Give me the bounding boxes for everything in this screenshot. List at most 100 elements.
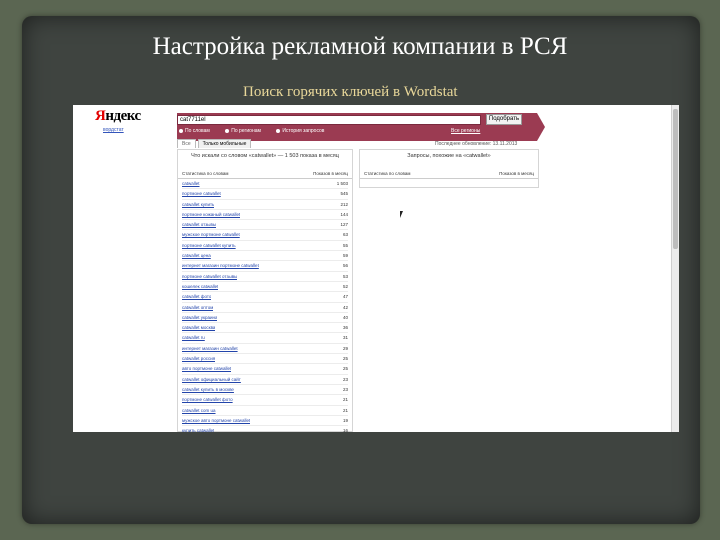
keyword-link[interactable]: catwallet com ua xyxy=(182,406,216,415)
panel-heading: Запросы, похожие на «catwallet» xyxy=(407,153,491,159)
keyword-link[interactable]: catwallet купить в москве xyxy=(182,385,234,394)
table-row: интернет магазин портмоне catwallet 56 xyxy=(182,261,348,272)
table-row: портмоне catwallet фото 21 xyxy=(182,395,348,406)
wordstat-link[interactable]: вордстат xyxy=(103,127,124,133)
keyword-count: 25 xyxy=(342,356,348,362)
table-row: авто портмоне catwallet 25 xyxy=(182,364,348,375)
radio-icon xyxy=(276,128,281,133)
keyword-link[interactable]: портмоне catwallet xyxy=(182,189,221,198)
keyword-link[interactable]: портмоне catwallet отзывы xyxy=(182,272,237,281)
keyword-link[interactable]: портмоне catwallet купить xyxy=(182,241,236,250)
tab-all[interactable]: Все xyxy=(177,139,196,148)
table-row: catwallet 1 503 xyxy=(182,179,348,190)
search-bar-arrow xyxy=(537,113,545,141)
keyword-link[interactable]: портмоне catwallet фото xyxy=(182,395,233,404)
keyword-count: 144 xyxy=(340,211,348,217)
table-row: мужское портмоне catwallet 63 xyxy=(182,230,348,241)
table-row: портмоне catwallet купить 55 xyxy=(182,241,348,252)
searched-with-word-panel: Что искали со словом «catwallet» — 1 503… xyxy=(177,149,353,432)
table-row: портмоне кожаный catwallet 144 xyxy=(182,210,348,221)
table-row: портмоне catwallet отзывы 53 xyxy=(182,272,348,282)
keyword-count: 40 xyxy=(342,314,348,320)
radio-by-regions[interactable]: По регионам xyxy=(225,128,261,134)
panel-heading: Что искали со словом «catwallet» — 1 503… xyxy=(191,153,339,159)
table-row: catwallet отзывы 127 xyxy=(182,220,348,231)
col-phrase-header: Статистика по словам xyxy=(364,171,411,176)
keyword-count: 29 xyxy=(342,345,348,351)
slide-subtitle: Поиск горячих ключей в Wordstat xyxy=(243,84,458,100)
table-row: catwallet цена 59 xyxy=(182,251,348,262)
keyword-link[interactable]: catwallet xyxy=(182,179,200,188)
keyword-count: 52 xyxy=(342,283,348,289)
wordstat-screenshot: Яндекс вордстат cat7711el Подобрать По с… xyxy=(73,105,679,432)
table-row: catwallet официальный сайт 23 xyxy=(182,375,348,385)
radio-icon xyxy=(179,128,183,133)
slide-title: Настройка рекламной компании в РСЯ xyxy=(152,33,568,60)
keyword-link[interactable]: catwallet москва xyxy=(182,323,215,332)
keyword-count: 23 xyxy=(342,376,348,382)
table-row: catwallet оптом 42 xyxy=(182,303,348,313)
table-row: catwallet фото 47 xyxy=(182,292,348,303)
keyword-list: catwallet 1 503 портмоне catwallet 545 catwa… xyxy=(178,179,352,432)
keyword-link[interactable]: авто портмоне catwallet xyxy=(182,364,231,373)
keyword-link[interactable]: catwallet ru xyxy=(182,333,205,342)
keyword-count: 127 xyxy=(340,222,348,228)
keyword-count: 16 xyxy=(342,428,348,432)
table-row: catwallet украина 40 xyxy=(182,313,348,324)
keyword-count: 36 xyxy=(342,325,348,331)
keyword-link[interactable]: catwallet отзывы xyxy=(182,220,216,229)
tab-mobile[interactable]: Только мобильные xyxy=(197,139,252,148)
keyword-count: 212 xyxy=(340,201,348,207)
keyword-count: 545 xyxy=(340,191,348,197)
table-row: catwallet россия 25 xyxy=(182,354,348,365)
keyword-count: 1 503 xyxy=(336,181,348,186)
keyword-link[interactable]: интернет магазин catwallet xyxy=(182,344,238,353)
radio-by-words[interactable]: По словам xyxy=(179,128,210,134)
scroll-thumb[interactable] xyxy=(673,109,678,249)
keyword-link[interactable]: мужское портмоне catwallet xyxy=(182,230,240,239)
table-row: интернет магазин catwallet 29 xyxy=(182,344,348,355)
col-phrase-header: Статистика по словам xyxy=(182,171,229,176)
keyword-count: 55 xyxy=(342,242,348,248)
col-count-header: Показов в месяц xyxy=(313,171,348,176)
table-row: купить catwallet 16 xyxy=(182,426,348,432)
table-row: мужское авто портмоне catwallet 19 xyxy=(182,416,348,427)
keyword-link[interactable]: catwallet оптом xyxy=(182,303,213,312)
keyword-count: 19 xyxy=(342,417,348,423)
last-updated: Последнее обновление: 13.11.2013 xyxy=(435,141,518,147)
region-link[interactable]: Все регионы xyxy=(451,128,480,134)
keyword-link[interactable]: интернет магазин портмоне catwallet xyxy=(182,261,259,270)
keyword-count: 21 xyxy=(342,407,348,413)
keyword-count: 56 xyxy=(342,263,348,269)
search-button[interactable]: Подобрать xyxy=(486,114,522,125)
similar-queries-panel: Запросы, похожие на «catwallet» Статисти… xyxy=(359,149,539,188)
col-count-header: Показов в месяц xyxy=(499,171,534,176)
keyword-count: 25 xyxy=(342,366,348,372)
keyword-link[interactable]: мужское авто портмоне catwallet xyxy=(182,416,250,425)
device-tabs: Все Только мобильные xyxy=(177,139,253,148)
keyword-link[interactable]: купить catwallet xyxy=(182,426,214,432)
page-scrollbar[interactable] xyxy=(671,105,679,432)
table-row: catwallet com ua 21 xyxy=(182,406,348,416)
table-row: кошелек catwallet 52 xyxy=(182,282,348,293)
keyword-link[interactable]: кошелек catwallet xyxy=(182,282,218,291)
keyword-link[interactable]: catwallet фото xyxy=(182,292,211,301)
table-row: catwallet купить в москве 23 xyxy=(182,385,348,396)
yandex-logo[interactable]: Яндекс xyxy=(95,108,141,125)
keyword-link[interactable]: catwallet цена xyxy=(182,251,211,260)
keyword-count: 53 xyxy=(342,273,348,279)
keyword-count: 47 xyxy=(342,294,348,300)
radio-history[interactable]: История запросов xyxy=(276,128,324,134)
column-headers: Статистика по словам Показов в месяц xyxy=(360,169,538,179)
keyword-link[interactable]: catwallet официальный сайт xyxy=(182,375,241,384)
column-headers: Статистика по словам Показов в месяц xyxy=(178,169,352,179)
table-row: catwallet москва 36 xyxy=(182,323,348,334)
keyword-count: 31 xyxy=(342,335,348,341)
keyword-count: 59 xyxy=(342,253,348,259)
keyword-link[interactable]: портмоне кожаный catwallet xyxy=(182,210,240,219)
keyword-link[interactable]: catwallet россия xyxy=(182,354,215,363)
search-input[interactable]: cat7711el xyxy=(177,115,481,125)
keyword-count: 42 xyxy=(342,304,348,310)
keyword-link[interactable]: catwallet украина xyxy=(182,313,217,322)
keyword-link[interactable]: catwallet купить xyxy=(182,200,214,209)
